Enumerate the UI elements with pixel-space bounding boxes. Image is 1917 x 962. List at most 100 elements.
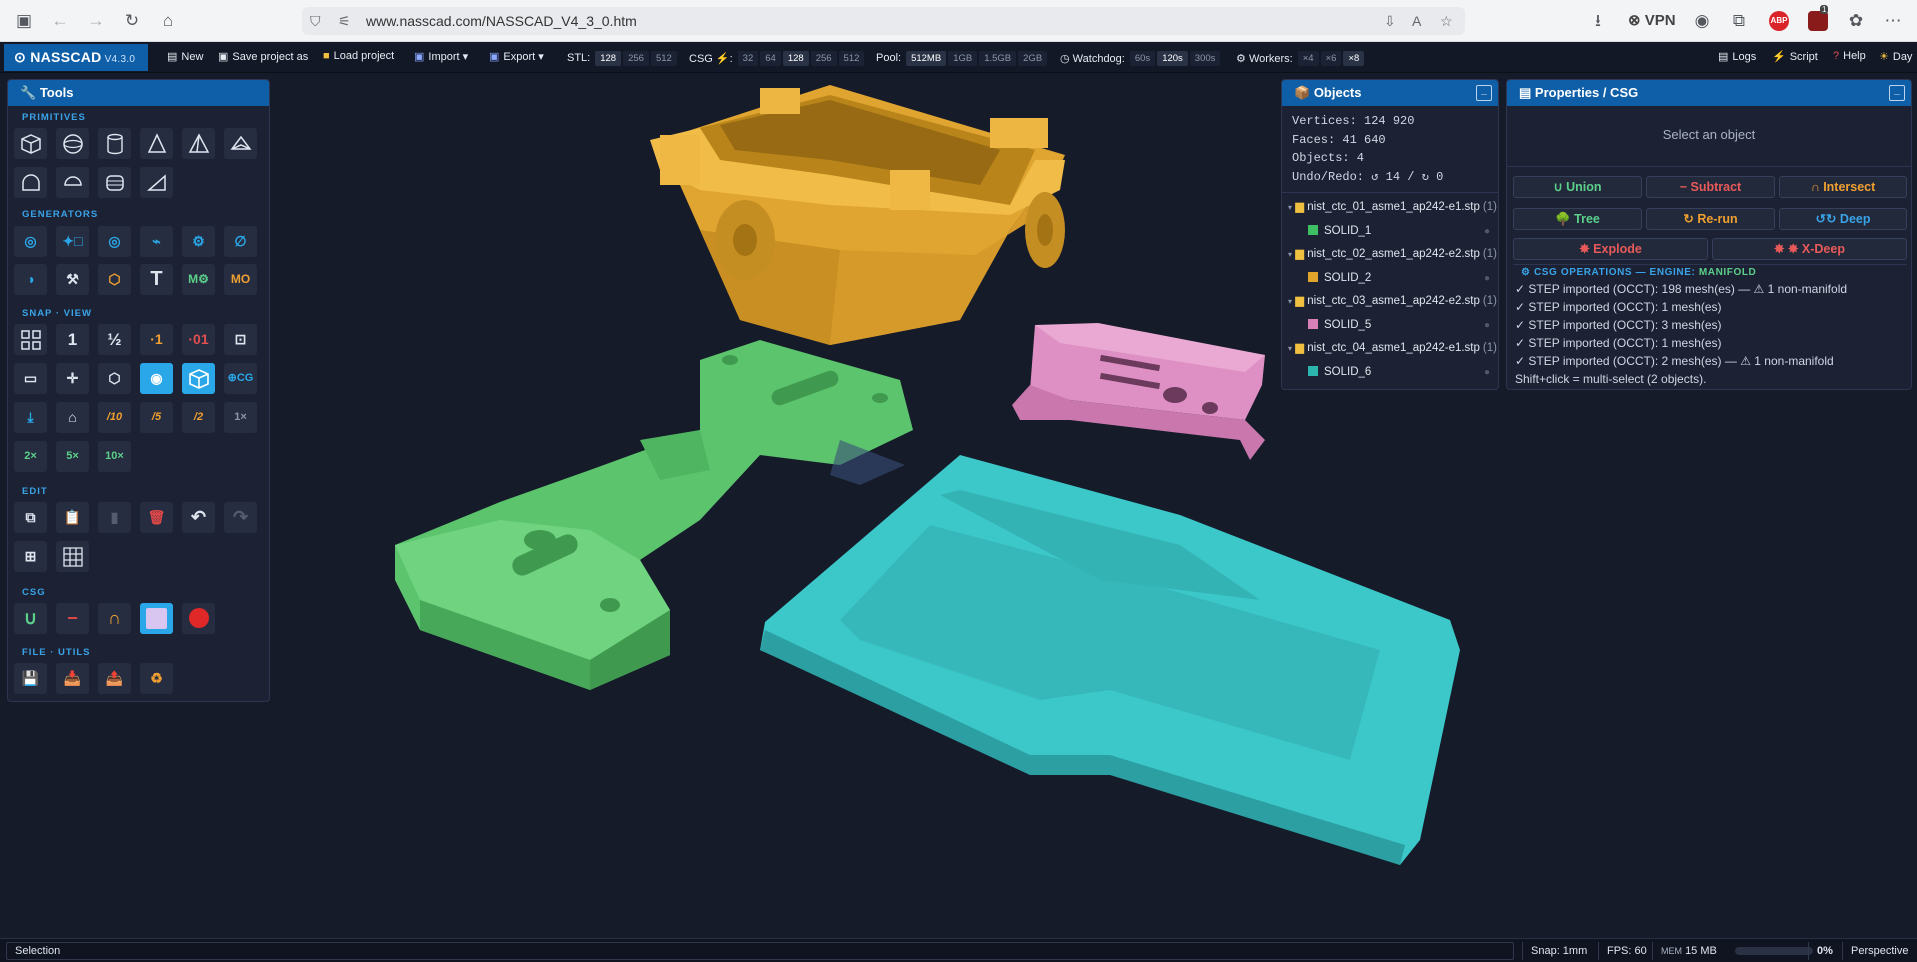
tabs-icon[interactable]: ▣	[12, 9, 36, 33]
gear-generator-button[interactable]: ⚙	[182, 226, 215, 257]
undo-button[interactable]: ↶	[182, 502, 215, 533]
address-bar[interactable]: ⛉ ⚟ www.nasscad.com/NASSCAD_V4_3_0.htm ⇩…	[302, 7, 1465, 35]
tree-file-row[interactable]: ▾ ▆ nist_ctc_04_asme1_ap242-e1.stp (1)	[1282, 337, 1498, 361]
intersect-button[interactable]: ∩ Intersect	[1779, 176, 1907, 198]
projection-status[interactable]: Perspective	[1842, 942, 1908, 960]
tree-solid-row[interactable]: SOLID_5 ●	[1282, 314, 1498, 338]
workers-option[interactable]: ×8	[1343, 50, 1365, 66]
save-file-button[interactable]: 💾	[14, 663, 47, 694]
csg-option[interactable]: 256	[810, 50, 837, 66]
reload-icon[interactable]: ↻	[120, 9, 144, 33]
export-menu[interactable]: ▣ Export ▾	[489, 50, 544, 63]
minimize-objects-button[interactable]: _	[1476, 85, 1492, 101]
home-view-button[interactable]: ⌂	[56, 402, 89, 433]
visibility-dot-icon[interactable]: ●	[1484, 361, 1490, 385]
stl-option[interactable]: 128	[595, 50, 622, 66]
x-deep-button[interactable]: ✸ ✸ X-Deep	[1712, 238, 1907, 260]
pyramid-button[interactable]	[182, 128, 215, 159]
watchdog-option[interactable]: 60s	[1129, 50, 1156, 66]
teal-plate-model[interactable]	[760, 440, 1460, 865]
extension-badge-icon[interactable]	[1808, 11, 1828, 31]
visibility-toggle[interactable]: ◉	[140, 363, 173, 394]
spring-generator-button[interactable]: ⌁	[140, 226, 173, 257]
stl-option[interactable]: 512	[650, 50, 677, 66]
tree-button[interactable]: 🌳 Tree	[1513, 208, 1642, 230]
load-project-button[interactable]: ■ Load project	[323, 50, 394, 62]
url-text[interactable]: www.nasscad.com/NASSCAD_V4_3_0.htm	[366, 7, 637, 35]
scale-2x-button[interactable]: 2×	[14, 441, 47, 472]
half-solid-button[interactable]: ◑	[14, 264, 47, 295]
extensions-icon[interactable]: ⧉	[1727, 9, 1751, 33]
site-settings-icon[interactable]: ⚟	[338, 7, 351, 35]
logs-button[interactable]: ▤ Logs	[1718, 50, 1756, 63]
pool-option[interactable]: 1.5GB	[979, 50, 1017, 66]
snap-half-button[interactable]: ½	[98, 324, 131, 355]
cube-button[interactable]	[14, 128, 47, 159]
import-file-button[interactable]: 📥	[56, 663, 89, 694]
csg-subtract-button[interactable]: −	[56, 603, 89, 634]
redo-button[interactable]: ↷	[224, 502, 257, 533]
script-button[interactable]: ⚡ Script	[1772, 50, 1818, 63]
shield-icon[interactable]: ⛉	[310, 7, 321, 35]
hemisphere-button[interactable]	[56, 167, 89, 198]
export-file-button[interactable]: 📤	[98, 663, 131, 694]
snap-hundredth-button[interactable]: ·01	[182, 324, 215, 355]
snap-tenth-button[interactable]: ·1	[140, 324, 173, 355]
scale-fifth-button[interactable]: /5	[140, 402, 173, 433]
csg-sphere-button[interactable]	[182, 603, 215, 634]
scale-1x-button[interactable]: 1×	[224, 402, 257, 433]
install-icon[interactable]: ⇩	[1384, 7, 1396, 35]
scale-5x-button[interactable]: 5×	[56, 441, 89, 472]
visibility-dot-icon[interactable]: ●	[1484, 267, 1490, 291]
csg-option[interactable]: 128	[782, 50, 809, 66]
recycle-button[interactable]: ♻	[140, 663, 173, 694]
stl-option[interactable]: 256	[623, 50, 649, 66]
ring-generator-button[interactable]: ◎	[14, 226, 47, 257]
star-icon[interactable]: ☆	[1440, 7, 1453, 35]
pool-option[interactable]: 512MB	[906, 50, 947, 66]
grid-view-button[interactable]	[14, 324, 47, 355]
watchdog-option[interactable]: 120s	[1157, 50, 1188, 66]
bolt-generator-button[interactable]: ⚒	[56, 264, 89, 295]
tree-solid-row[interactable]: SOLID_2 ●	[1282, 267, 1498, 291]
scale-10x-button[interactable]: 10×	[98, 441, 131, 472]
metric-thread-button[interactable]: M⚙	[182, 264, 215, 295]
tree-file-row[interactable]: ▾ ▆ nist_ctc_03_asme1_ap242-e2.stp (1)	[1282, 290, 1498, 314]
forward-icon[interactable]: →	[84, 9, 108, 33]
tree-file-row[interactable]: ▾ ▆ nist_ctc_02_asme1_ap242-e2.stp (1)	[1282, 243, 1498, 267]
scale-half-button[interactable]: /2	[182, 402, 215, 433]
copy-button[interactable]: ⧉	[14, 502, 47, 533]
csg-intersect-button[interactable]: ∩	[98, 603, 131, 634]
pool-option[interactable]: 1GB	[948, 50, 978, 66]
workers-option[interactable]: ×6	[1320, 50, 1342, 66]
metric-hole-button[interactable]: MO	[224, 264, 257, 295]
rerun-button[interactable]: ↻ Re-run	[1646, 208, 1775, 230]
snap-center-button[interactable]: ⊡	[224, 324, 257, 355]
cookie-icon[interactable]: ✿	[1844, 9, 1868, 33]
menu-icon[interactable]: ⋯	[1881, 9, 1905, 33]
csg-option[interactable]: 32	[737, 50, 759, 66]
cylinder-button[interactable]	[98, 128, 131, 159]
sketch-generator-button[interactable]: ✦□	[56, 226, 89, 257]
import-menu[interactable]: ▣ Import ▾	[414, 50, 468, 63]
gold-housing-model[interactable]	[650, 85, 1065, 345]
sphere-button[interactable]	[56, 128, 89, 159]
scale-tenth-button[interactable]: /10	[98, 402, 131, 433]
snap-1-button[interactable]: 1	[56, 324, 89, 355]
pool-option[interactable]: 2GB	[1018, 50, 1048, 66]
array-button[interactable]: ⊞	[14, 541, 47, 572]
visibility-dot-icon[interactable]: ●	[1484, 220, 1490, 244]
tree-file-row[interactable]: ▾ ▆ nist_ctc_01_asme1_ap242-e1.stp (1)	[1282, 196, 1498, 220]
day-theme-button[interactable]: ☀ Day	[1879, 50, 1912, 63]
vpn-button[interactable]: ⊗ VPN	[1628, 11, 1676, 29]
prism-button[interactable]	[224, 128, 257, 159]
origin-button[interactable]: ✛	[56, 363, 89, 394]
home-icon[interactable]: ⌂	[156, 9, 180, 33]
cone-button[interactable]	[140, 128, 173, 159]
watchdog-option[interactable]: 300s	[1189, 50, 1221, 66]
subtract-button[interactable]: − Subtract	[1646, 176, 1775, 198]
center-of-gravity-button[interactable]: ⊕CG	[224, 363, 257, 394]
visibility-dot-icon[interactable]: ●	[1484, 314, 1490, 338]
csg-box-button[interactable]	[140, 603, 173, 634]
drop-to-floor-button[interactable]: ⤓	[14, 402, 47, 433]
